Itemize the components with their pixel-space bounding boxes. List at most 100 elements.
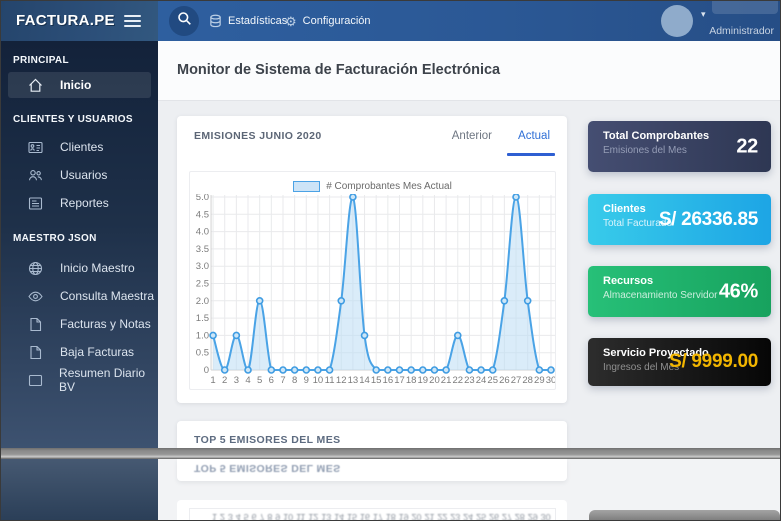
svg-text:26: 26: [499, 375, 510, 386]
users-icon: [28, 168, 44, 183]
sidebar-item-resumen-diario-bv[interactable]: Resumen Diario BV: [1, 366, 158, 394]
axis-label-reflection: 23: [450, 512, 460, 521]
svg-text:4.0: 4.0: [196, 227, 209, 238]
stat-subtitle: Emisiones del Mes: [603, 145, 758, 156]
svg-text:9: 9: [304, 375, 309, 386]
stat-card-reflection: [589, 510, 780, 520]
search-icon: [177, 11, 192, 31]
svg-text:6: 6: [269, 375, 274, 386]
svg-text:19: 19: [418, 375, 429, 386]
tab-anterior[interactable]: Anterior: [452, 130, 492, 142]
svg-text:3.5: 3.5: [196, 244, 209, 255]
chevron-down-icon[interactable]: ▾: [701, 9, 706, 20]
axis-label-reflection: 8: [267, 512, 272, 521]
app-logo[interactable]: FACTURA.PE: [16, 12, 115, 29]
sidebar-item-reportes[interactable]: Reportes: [1, 189, 158, 217]
emisiones-card-title: EMISIONES JUNIO 2020: [194, 130, 322, 142]
svg-text:3.0: 3.0: [196, 261, 209, 272]
axis-label-reflection: 20: [412, 512, 422, 521]
svg-text:1.5: 1.5: [196, 313, 209, 324]
svg-text:15: 15: [371, 375, 382, 386]
top5-card-title: TOP 5 EMISORES DEL MES: [194, 434, 341, 446]
svg-text:22: 22: [452, 375, 463, 386]
svg-text:29: 29: [534, 375, 545, 386]
stat-value: S/ 9999.00: [669, 351, 758, 373]
svg-text:10: 10: [313, 375, 324, 386]
sidebar-item-consulta-maestra[interactable]: Consulta Maestra: [1, 282, 158, 310]
axis-labels-reflection: 1234567891011121314151617181920212223242…: [212, 512, 551, 521]
nav-configuracion[interactable]: ⚙ Configuración: [285, 1, 371, 41]
app-window: FACTURA.PE Estadísticas ⚙ Configuración: [0, 0, 781, 521]
legend-swatch: [293, 181, 320, 192]
sidebar-item-label: Inicio Maestro: [60, 261, 135, 275]
svg-text:8: 8: [292, 375, 297, 386]
svg-text:24: 24: [476, 375, 487, 386]
top5-emisores-card: TOP 5 EMISORES DEL MES: [177, 421, 567, 449]
svg-text:13: 13: [348, 375, 359, 386]
sidebar-item-inicio[interactable]: Inicio: [8, 72, 151, 98]
sidebar-section-clientes-usuarios: CLIENTES Y USUARIOS: [13, 114, 158, 125]
axis-label-reflection: 21: [424, 512, 434, 521]
sidebar-item-facturas-y-notas[interactable]: Facturas y Notas: [1, 310, 158, 338]
tab-actual[interactable]: Actual: [518, 130, 550, 142]
sidebar-item-label: Consulta Maestra: [60, 289, 154, 303]
svg-text:16: 16: [383, 375, 394, 386]
stat-card-recursos[interactable]: Recursos Almacenamiento Servidor 46%: [588, 266, 771, 317]
stat-value: 22: [736, 135, 758, 158]
search-button[interactable]: [169, 6, 199, 36]
topbar: Estadísticas ⚙ Configuración ▾ Administr…: [158, 1, 780, 41]
globe-icon: [28, 261, 44, 276]
sidebar-item-usuarios[interactable]: Usuarios: [1, 161, 158, 189]
page-header: Monitor de Sistema de Facturación Electr…: [158, 41, 780, 101]
svg-text:12: 12: [336, 375, 347, 386]
stat-card-total-comprobantes[interactable]: Total Comprobantes Emisiones del Mes 22: [588, 121, 771, 172]
svg-text:5.0: 5.0: [196, 194, 209, 203]
sidebar-item-inicio-maestro[interactable]: Inicio Maestro: [1, 254, 158, 282]
hamburger-menu-icon[interactable]: [124, 15, 141, 30]
sidebar-item-label: Resumen Diario BV: [59, 366, 158, 394]
svg-text:11: 11: [325, 375, 335, 386]
home-icon: [28, 78, 44, 93]
axis-label-reflection: 16: [360, 512, 370, 521]
window-icon: [28, 373, 43, 388]
axis-label-reflection: 6: [252, 512, 257, 521]
sidebar-item-label: Facturas y Notas: [60, 317, 151, 331]
sidebar-item-clientes[interactable]: Clientes: [1, 133, 158, 161]
chart-legend[interactable]: # Comprobantes Mes Actual: [190, 172, 555, 194]
axis-label-reflection: 1: [212, 512, 217, 521]
top5-card-reflection: TOP 5 EMISORES DEL MES: [177, 459, 567, 481]
axis-label-reflection: 10: [283, 512, 293, 521]
svg-text:5: 5: [257, 375, 262, 386]
user-avatar[interactable]: [661, 5, 693, 37]
axis-label-reflection: 15: [347, 512, 357, 521]
svg-text:0.5: 0.5: [196, 348, 209, 359]
svg-text:17: 17: [394, 375, 405, 386]
sidebar-item-baja-facturas[interactable]: Baja Facturas: [1, 338, 158, 366]
sidebar-section-maestro-json: MAESTRO JSON: [13, 233, 158, 244]
eye-icon: [28, 289, 44, 304]
topbar-brand-section: FACTURA.PE: [1, 1, 158, 41]
axis-label-reflection: 17: [373, 512, 383, 521]
svg-text:7: 7: [280, 375, 285, 386]
axis-label-reflection: 25: [476, 512, 486, 521]
nav-estadisticas[interactable]: Estadísticas: [209, 1, 287, 41]
database-icon: [209, 14, 222, 28]
nav-estadisticas-label: Estadísticas: [228, 15, 287, 27]
gear-icon: ⚙: [285, 15, 297, 28]
axis-label-reflection: 27: [502, 512, 512, 521]
svg-text:28: 28: [522, 375, 533, 386]
axis-label-reflection: 7: [259, 512, 264, 521]
svg-text:0: 0: [204, 365, 209, 376]
stat-card-servicio-proyectado[interactable]: Servicio Proyectado Ingresos del Mes S/ …: [588, 338, 771, 386]
axis-label-reflection: 22: [437, 512, 447, 521]
axis-label-reflection: 4: [236, 512, 241, 521]
stat-card-clientes[interactable]: Clientes Total Facturado S/ 26336.85: [588, 194, 771, 245]
sidebar-item-label: Usuarios: [60, 168, 107, 182]
svg-text:2.0: 2.0: [196, 296, 209, 307]
chart-card-reflection: 1234567891011121314151617181920212223242…: [177, 500, 567, 521]
svg-text:2: 2: [222, 375, 227, 386]
sidebar-item-label: Inicio: [60, 78, 91, 92]
emisiones-card-header: EMISIONES JUNIO 2020 Anterior Actual: [177, 116, 567, 156]
axis-label-reflection: 18: [386, 512, 396, 521]
legend-label: # Comprobantes Mes Actual: [326, 181, 452, 192]
